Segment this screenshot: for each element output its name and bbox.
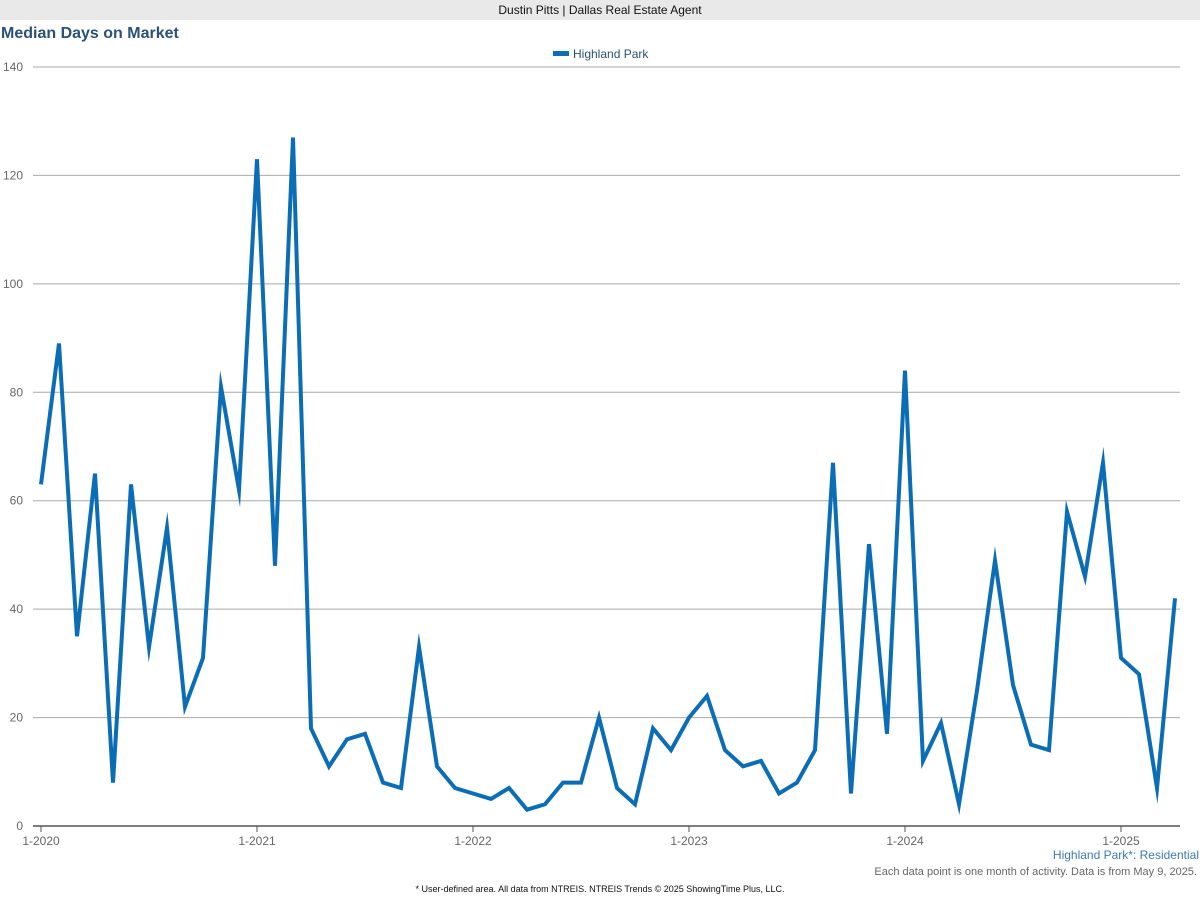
y-tick-label: 80 (10, 385, 24, 399)
x-tick-label: 1-2021 (238, 834, 276, 848)
y-tick-label: 120 (3, 168, 23, 182)
x-tick-label: 1-2023 (670, 834, 708, 848)
x-tick-label: 1-2024 (886, 834, 924, 848)
chart-area: 0 20 40 60 80 100 120 140 1-2020 1-2021 1-2022 1-20… (3, 47, 1199, 878)
y-tick-label: 100 (3, 277, 23, 291)
legend-label: Highland Park (573, 47, 649, 61)
data-note: Each data point is one month of activity… (874, 866, 1197, 878)
x-tick-label: 1-2022 (454, 834, 492, 848)
y-tick-label: 20 (10, 711, 24, 725)
x-tick-label: 1-2020 (22, 834, 60, 848)
y-tick-label: 60 (10, 494, 24, 508)
area-label: Highland Park*: Residential (1053, 848, 1199, 862)
y-tick-label: 140 (3, 60, 23, 74)
x-tick-label: 1-2025 (1102, 834, 1140, 848)
source-note: * User-defined area. All data from NTREI… (415, 884, 785, 894)
series-line (39, 137, 1177, 816)
y-tick-label: 40 (10, 602, 24, 616)
y-tick-label: 0 (16, 819, 23, 833)
legend-swatch (553, 51, 569, 56)
